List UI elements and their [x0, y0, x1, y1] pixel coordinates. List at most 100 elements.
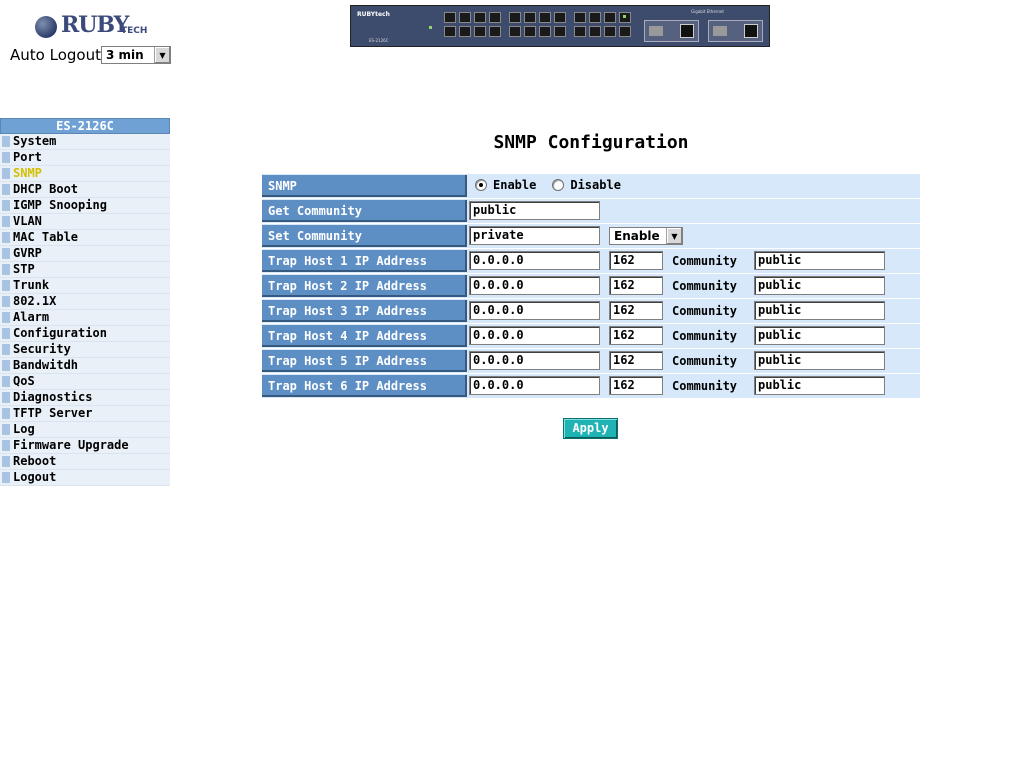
sidebar-item-snmp[interactable]: SNMP — [0, 166, 170, 182]
sidebar-item-log[interactable]: Log — [0, 422, 170, 438]
port-group — [509, 12, 566, 37]
rj45-port-icon — [744, 24, 758, 38]
port-icon — [474, 12, 486, 23]
device-model: ES-2126C — [369, 38, 389, 43]
trap-host-5-community-input[interactable]: public — [754, 351, 885, 370]
trap-host-3-ip-input[interactable]: 0.0.0.0 — [469, 301, 600, 320]
status-led-icon — [623, 15, 626, 18]
trap-host-2-row: Trap Host 2 IP Address 0.0.0.0 162 Communit… — [262, 274, 920, 299]
trap-host-5-community-label: Community — [672, 354, 738, 368]
get-community-row: Get Community public — [262, 199, 920, 224]
device-gbe-label: Gigabit Ethernet — [691, 9, 724, 14]
apply-button[interactable]: Apply — [563, 418, 618, 439]
trap-host-2-port-input[interactable]: 162 — [609, 276, 663, 295]
sidebar-item-reboot[interactable]: Reboot — [0, 454, 170, 470]
trap-host-4-community-input[interactable]: public — [754, 326, 885, 345]
trap-host-5-row: Trap Host 5 IP Address 0.0.0.0 162 Communit… — [262, 349, 920, 374]
trap-host-6-ip-input[interactable]: 0.0.0.0 — [469, 376, 600, 395]
port-icon — [509, 26, 521, 37]
chevron-down-icon[interactable]: ▼ — [666, 228, 682, 244]
sidebar-item-security[interactable]: Security — [0, 342, 170, 358]
sidebar-item-vlan[interactable]: VLAN — [0, 214, 170, 230]
sidebar-item-802-1x[interactable]: 802.1X — [0, 294, 170, 310]
snmp-row: SNMP Enable Disable — [262, 174, 920, 199]
sidebar-item-igmp-snooping[interactable]: IGMP Snooping — [0, 198, 170, 214]
snmp-enable-radio[interactable] — [475, 179, 487, 191]
sidebar-item-port[interactable]: Port — [0, 150, 170, 166]
auto-logout-select[interactable]: 3 min ▼ — [100, 46, 171, 64]
trap-host-3-label: Trap Host 3 IP Address — [262, 300, 467, 322]
logo-text: RUBY — [61, 12, 129, 38]
trap-host-6-port-input[interactable]: 162 — [609, 376, 663, 395]
trap-host-4-port-input[interactable]: 162 — [609, 326, 663, 345]
set-community-row: Set Community private Enable ▼ — [262, 224, 920, 249]
port-icon — [509, 12, 521, 23]
trap-host-5-ip-input[interactable]: 0.0.0.0 — [469, 351, 600, 370]
trap-host-6-label: Trap Host 6 IP Address — [262, 375, 467, 397]
port-icon — [444, 12, 456, 23]
snmp-config-table: SNMP Enable Disable Get Community public… — [262, 174, 920, 399]
trap-host-4-community-label: Community — [672, 329, 738, 343]
sidebar-item-dhcp-boot[interactable]: DHCP Boot — [0, 182, 170, 198]
trap-host-1-ip-input[interactable]: 0.0.0.0 — [469, 251, 600, 270]
trap-host-6-community-label: Community — [672, 379, 738, 393]
auto-logout-label: Auto Logout — [10, 46, 101, 64]
logo-sub: TECH — [121, 26, 148, 36]
trap-host-4-ip-input[interactable]: 0.0.0.0 — [469, 326, 600, 345]
trap-host-3-community-label: Community — [672, 304, 738, 318]
set-community-mode-select[interactable]: Enable ▼ — [609, 227, 683, 245]
trap-host-4-row: Trap Host 4 IP Address 0.0.0.0 162 Communit… — [262, 324, 920, 349]
get-community-input[interactable]: public — [469, 201, 600, 220]
sidebar-item-qos[interactable]: QoS — [0, 374, 170, 390]
trap-host-2-ip-input[interactable]: 0.0.0.0 — [469, 276, 600, 295]
port-icon — [489, 12, 501, 23]
sidebar-title: ES-2126C — [0, 118, 170, 134]
set-community-input[interactable]: private — [469, 226, 600, 245]
sidebar-item-bandwitdh[interactable]: Bandwitdh — [0, 358, 170, 374]
trap-host-2-community-label: Community — [672, 279, 738, 293]
trap-host-5-label: Trap Host 5 IP Address — [262, 350, 467, 372]
trap-host-3-community-input[interactable]: public — [754, 301, 885, 320]
trap-host-2-label: Trap Host 2 IP Address — [262, 275, 467, 297]
port-group — [444, 12, 501, 37]
snmp-disable-radio[interactable] — [552, 179, 565, 191]
sidebar-item-configuration[interactable]: Configuration — [0, 326, 170, 342]
trap-host-1-community-input[interactable]: public — [754, 251, 885, 270]
sidebar-item-mac-table[interactable]: MAC Table — [0, 230, 170, 246]
port-icon — [459, 12, 471, 23]
sfp-slot-icon — [649, 26, 663, 36]
port-icon — [524, 12, 536, 23]
trap-host-2-community-input[interactable]: public — [754, 276, 885, 295]
port-icon — [524, 26, 536, 37]
sidebar-item-trunk[interactable]: Trunk — [0, 278, 170, 294]
sidebar-item-gvrp[interactable]: GVRP — [0, 246, 170, 262]
trap-host-3-port-input[interactable]: 162 — [609, 301, 663, 320]
logo-globe-icon — [35, 16, 57, 38]
device-panel-image: RUBYtech ES-2126C Gigabit Ethernet — [350, 5, 770, 47]
trap-host-6-community-input[interactable]: public — [754, 376, 885, 395]
sidebar-item-firmware-upgrade[interactable]: Firmware Upgrade — [0, 438, 170, 454]
trap-host-1-row: Trap Host 1 IP Address 0.0.0.0 162 Communit… — [262, 249, 920, 274]
device-ports — [444, 12, 639, 37]
sidebar-item-system[interactable]: System — [0, 134, 170, 150]
sidebar-item-diagnostics[interactable]: Diagnostics — [0, 390, 170, 406]
trap-host-1-community-label: Community — [672, 254, 738, 268]
trap-host-5-port-input[interactable]: 162 — [609, 351, 663, 370]
status-led-icon — [429, 26, 432, 29]
port-icon — [604, 12, 616, 23]
sidebar-item-logout[interactable]: Logout — [0, 470, 170, 486]
sidebar-item-stp[interactable]: STP — [0, 262, 170, 278]
snmp-label: SNMP — [262, 175, 467, 197]
port-icon — [554, 12, 566, 23]
sidebar-item-tftp-server[interactable]: TFTP Server — [0, 406, 170, 422]
port-icon — [589, 12, 601, 23]
trap-host-1-port-input[interactable]: 162 — [609, 251, 663, 270]
get-community-label: Get Community — [262, 200, 467, 222]
port-icon — [589, 26, 601, 37]
sfp-slot-icon — [713, 26, 727, 36]
auto-logout: Auto Logout 3 min ▼ — [10, 45, 171, 65]
chevron-down-icon[interactable]: ▼ — [153, 47, 170, 63]
port-icon — [489, 26, 501, 37]
port-icon — [539, 26, 551, 37]
sidebar-item-alarm[interactable]: Alarm — [0, 310, 170, 326]
